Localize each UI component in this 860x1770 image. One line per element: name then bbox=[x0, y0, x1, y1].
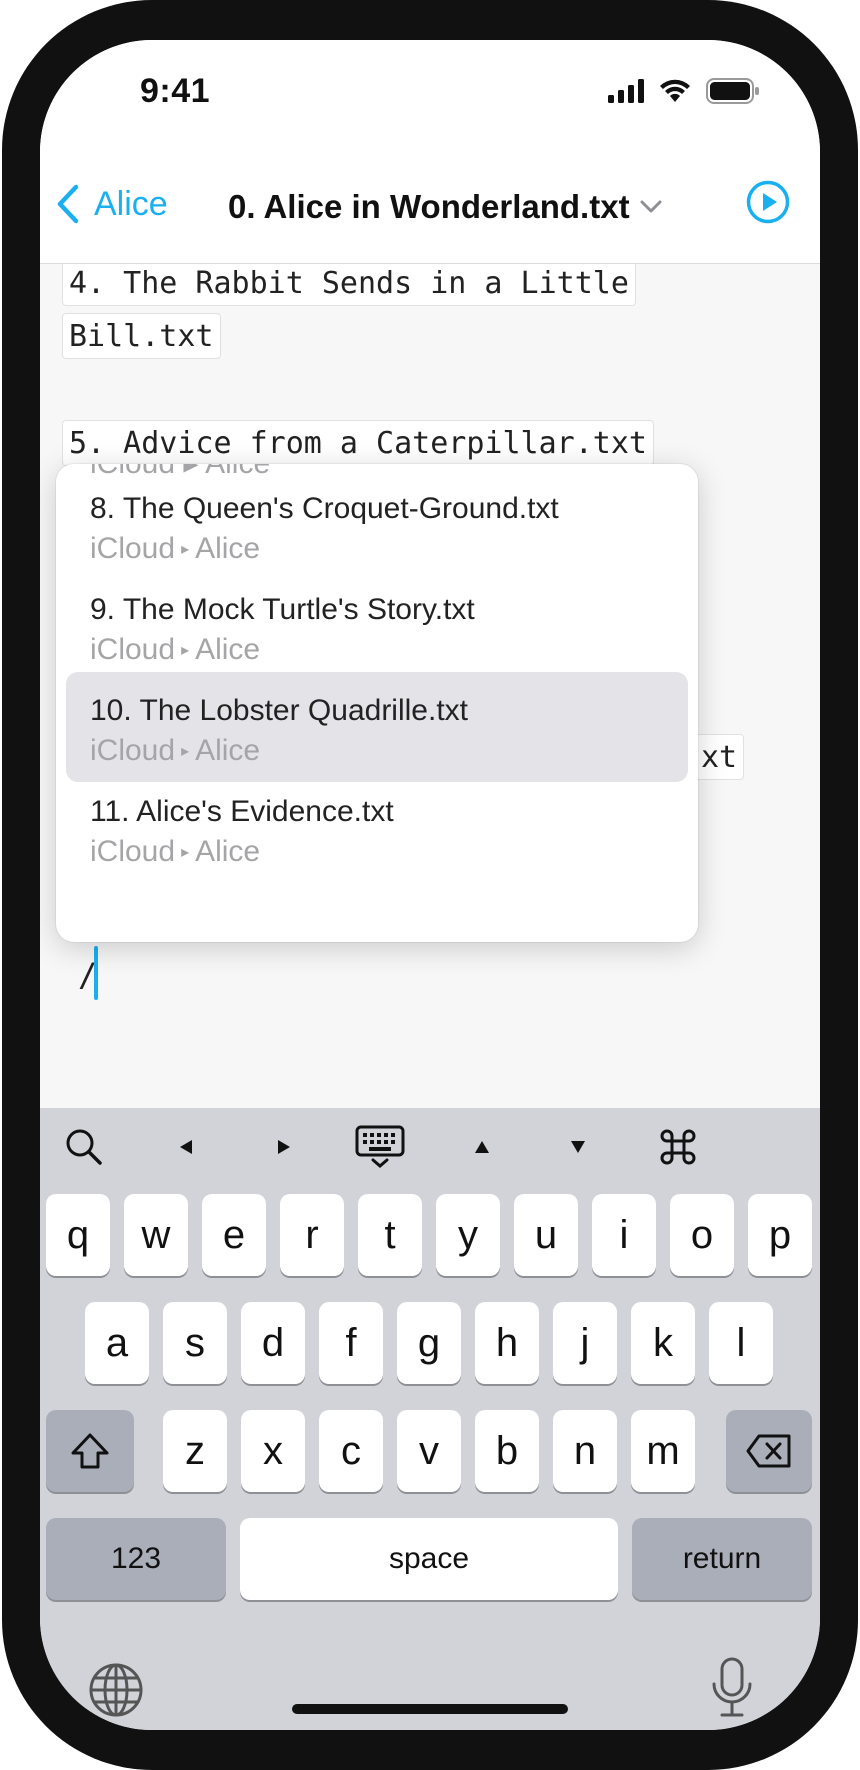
path-separator-icon: ▸ bbox=[181, 642, 190, 659]
key-g[interactable]: g bbox=[397, 1302, 461, 1384]
key-b[interactable]: b bbox=[475, 1410, 539, 1492]
key-n[interactable]: n bbox=[553, 1410, 617, 1492]
dismiss-keyboard-button[interactable] bbox=[350, 1122, 410, 1172]
cursor-left-button[interactable] bbox=[156, 1122, 216, 1172]
software-keyboard: q w e r t y u i o p a s d f g h j k l z … bbox=[40, 1108, 820, 1730]
key-f[interactable]: f bbox=[319, 1302, 383, 1384]
autocomplete-item[interactable]: 9. The Mock Turtle's Story.txt iCloud ▸ … bbox=[66, 571, 688, 681]
status-time: 9:41 bbox=[140, 72, 211, 110]
arrow-up-icon bbox=[475, 1141, 489, 1153]
cursor-down-button[interactable] bbox=[548, 1122, 608, 1172]
text-editor[interactable]: 4. The Rabbit Sends in a Little Bill.txt… bbox=[40, 264, 820, 1108]
document-title-menu[interactable]: 0. Alice in Wonderland.txt bbox=[228, 188, 662, 226]
home-indicator bbox=[292, 1704, 568, 1714]
keyboard-toolbar bbox=[40, 1108, 820, 1188]
item-path: iCloud ▸ Alice bbox=[90, 532, 261, 565]
cellular-signal-icon bbox=[608, 79, 644, 103]
screen: 9:41 Alice 0. Alice in Wonderland.txt 4.… bbox=[40, 40, 820, 1730]
delete-key[interactable] bbox=[726, 1410, 812, 1492]
item-path: iCloud ▸ Alice bbox=[90, 734, 261, 767]
link-chip[interactable]: 4. The Rabbit Sends in a Little bbox=[62, 264, 636, 306]
key-i[interactable]: i bbox=[592, 1194, 656, 1276]
key-j[interactable]: j bbox=[553, 1302, 617, 1384]
cursor-up-button[interactable] bbox=[452, 1122, 512, 1172]
search-button[interactable] bbox=[54, 1122, 114, 1172]
key-q[interactable]: q bbox=[46, 1194, 110, 1276]
backspace-icon bbox=[746, 1434, 791, 1468]
arrow-down-icon bbox=[571, 1141, 585, 1153]
document-title: 0. Alice in Wonderland.txt bbox=[228, 188, 630, 225]
dictation-button[interactable] bbox=[710, 1656, 754, 1725]
globe-button[interactable] bbox=[88, 1662, 144, 1723]
key-e[interactable]: e bbox=[202, 1194, 266, 1276]
key-k[interactable]: k bbox=[631, 1302, 695, 1384]
key-r[interactable]: r bbox=[280, 1194, 344, 1276]
arrow-right-icon bbox=[278, 1140, 290, 1154]
key-p[interactable]: p bbox=[748, 1194, 812, 1276]
key-t[interactable]: t bbox=[358, 1194, 422, 1276]
return-key[interactable]: return bbox=[632, 1518, 812, 1600]
navigation-bar: Alice 0. Alice in Wonderland.txt bbox=[40, 140, 820, 264]
autocomplete-item-selected[interactable]: 10. The Lobster Quadrille.txt iCloud ▸ A… bbox=[66, 672, 688, 782]
key-c[interactable]: c bbox=[319, 1410, 383, 1492]
autocomplete-item[interactable]: 11. Alice's Evidence.txt iCloud ▸ Alice bbox=[66, 773, 688, 883]
device-frame: 9:41 Alice 0. Alice in Wonderland.txt 4.… bbox=[0, 0, 860, 1770]
path-separator-icon: ▸ bbox=[181, 743, 190, 760]
chevron-left-icon bbox=[57, 184, 79, 224]
shift-key[interactable] bbox=[46, 1410, 134, 1492]
status-icons bbox=[608, 78, 760, 104]
back-button-label: Alice bbox=[94, 184, 168, 223]
run-button[interactable] bbox=[746, 180, 790, 229]
path-separator-icon: ▸ bbox=[181, 844, 190, 861]
command-icon bbox=[660, 1129, 696, 1165]
search-icon bbox=[66, 1129, 102, 1165]
status-bar: 9:41 bbox=[40, 40, 820, 140]
key-m[interactable]: m bbox=[631, 1410, 695, 1492]
autocomplete-item[interactable]: 8. The Queen's Croquet-Ground.txt iCloud… bbox=[66, 470, 688, 580]
back-button[interactable]: Alice bbox=[56, 184, 168, 224]
key-y[interactable]: y bbox=[436, 1194, 500, 1276]
autocomplete-popup: iCloud ▸ Alice 8. The Queen's Croquet-Gr… bbox=[56, 464, 698, 942]
key-u[interactable]: u bbox=[514, 1194, 578, 1276]
link-chip[interactable]: 5. Advice from a Caterpillar.txt bbox=[62, 420, 654, 466]
key-w[interactable]: w bbox=[124, 1194, 188, 1276]
keyboard-dismiss-icon bbox=[355, 1125, 405, 1168]
key-a[interactable]: a bbox=[85, 1302, 149, 1384]
wifi-icon bbox=[660, 79, 690, 102]
path-separator-icon: ▸ bbox=[181, 541, 190, 558]
play-circle-icon bbox=[746, 180, 790, 224]
key-x[interactable]: x bbox=[241, 1410, 305, 1492]
numbers-key[interactable]: 123 bbox=[46, 1518, 226, 1600]
command-button[interactable] bbox=[648, 1122, 708, 1172]
arrow-left-icon bbox=[180, 1140, 192, 1154]
text-caret bbox=[94, 946, 98, 1000]
shift-icon bbox=[71, 1433, 109, 1469]
key-l[interactable]: l bbox=[709, 1302, 773, 1384]
globe-icon bbox=[89, 1663, 143, 1717]
key-o[interactable]: o bbox=[670, 1194, 734, 1276]
key-s[interactable]: s bbox=[163, 1302, 227, 1384]
microphone-icon bbox=[712, 1657, 752, 1717]
item-path: iCloud ▸ Alice bbox=[90, 835, 261, 868]
space-key[interactable]: space bbox=[240, 1518, 618, 1600]
key-v[interactable]: v bbox=[397, 1410, 461, 1492]
link-chip[interactable]: Bill.txt bbox=[62, 313, 221, 359]
item-title: 11. Alice's Evidence.txt bbox=[90, 795, 394, 828]
item-title: 8. The Queen's Croquet-Ground.txt bbox=[90, 492, 559, 525]
cursor-right-button[interactable] bbox=[254, 1122, 314, 1172]
chevron-down-icon bbox=[640, 200, 662, 213]
key-d[interactable]: d bbox=[241, 1302, 305, 1384]
item-title: 9. The Mock Turtle's Story.txt bbox=[90, 593, 475, 626]
link-chip[interactable]: xt bbox=[694, 734, 745, 780]
key-h[interactable]: h bbox=[475, 1302, 539, 1384]
key-z[interactable]: z bbox=[163, 1410, 227, 1492]
battery-icon bbox=[706, 78, 759, 104]
item-title: 10. The Lobster Quadrille.txt bbox=[90, 694, 468, 727]
item-path: iCloud ▸ Alice bbox=[90, 633, 261, 666]
